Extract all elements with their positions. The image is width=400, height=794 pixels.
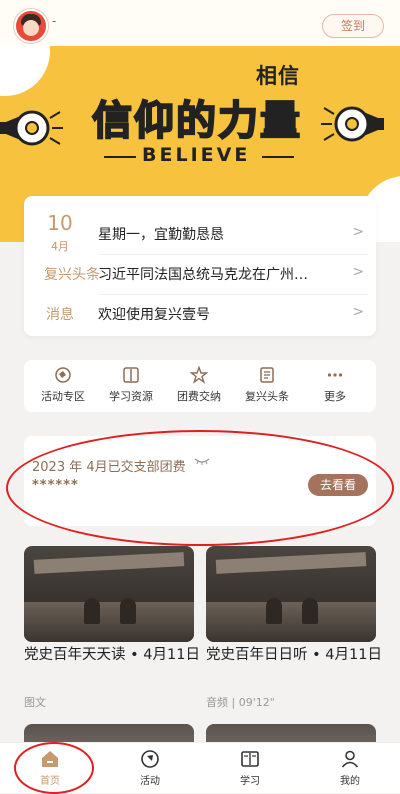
photo-banner [215,552,367,574]
shortcut-learning-resources[interactable]: 学习资源 [98,366,164,404]
learning-resources-icon [123,367,139,383]
chevron-right-icon: > [352,264,364,280]
banner-divider [262,156,294,158]
hidden-eye-icon[interactable] [194,456,210,466]
message-label: 消息 [46,307,74,323]
fee-masked-amount: ****** [32,478,79,493]
news-title[interactable]: 党史百年天天读 • 4月11日 [24,644,200,666]
photo-figure [84,598,100,624]
shortcut-activity-zone[interactable]: 活动专区 [30,366,96,404]
tab-label: 活动 [140,776,160,787]
headline-label: 复兴头条 [44,267,100,283]
tab-study[interactable]: 学习 [220,749,280,787]
user-name: - [52,14,57,28]
banner-deco-circle [0,46,50,96]
shortcut-label: 团费交纳 [177,390,221,403]
message-text: 欢迎使用复兴壹号 [98,307,210,323]
photo-crowd [24,602,194,642]
tab-home[interactable]: 首页 [20,749,80,787]
info-card: 10 4月 星期一，宜勤勤恳恳 > 复兴头条 习近平同法国总统马克龙在广州… >… [24,196,376,336]
photo-figure [120,598,136,624]
activity-icon [141,750,159,768]
tab-label: 我的 [340,776,360,787]
photo-crowd [206,602,376,642]
banner-divider [104,156,136,158]
daily-tip-text: 星期一，宜勤勤恳恳 [98,227,224,243]
news-title[interactable]: 党史百年日日听 • 4月11日 [206,644,382,666]
news-thumbnail[interactable] [206,546,376,642]
banner-title: 信仰的力量 [91,97,302,145]
shortcut-league-fee[interactable]: 团费交纳 [166,366,232,404]
shortcut-bar: 活动专区 学习资源 团费交纳 复兴头条 更多 [24,360,376,412]
headline-text: 习近平同法国总统马克龙在广州… [98,267,308,283]
photo-figure [266,598,282,624]
study-book-icon [241,751,259,767]
headlines-icon [260,367,274,383]
megaphone-icon [321,106,384,142]
shortcut-more[interactable]: 更多 [302,366,368,404]
tab-profile[interactable]: 我的 [320,749,380,787]
more-dots-icon [327,373,343,377]
tab-label: 首页 [40,776,60,787]
shortcut-label: 学习资源 [109,390,153,403]
league-fee-card: 2023 年 4月已交支部团费 ****** 去看看 [24,436,376,526]
chevron-right-icon: > [352,224,364,240]
message-row[interactable]: 消息 欢迎使用复兴壹号 > [24,294,376,332]
profile-icon [341,750,359,768]
shortcut-label: 活动专区 [41,390,85,403]
photo-banner [33,552,185,574]
tab-activity[interactable]: 活动 [120,749,180,787]
shortcut-headlines[interactable]: 复兴头条 [234,366,300,404]
star-icon [190,366,208,384]
fee-status-text: 2023 年 4月已交支部团费 [32,460,186,475]
tab-label: 学习 [240,776,260,787]
shortcut-label: 更多 [324,390,346,403]
megaphone-icon [0,110,63,146]
avatar-face [23,20,39,36]
home-icon [42,751,58,767]
user-avatar[interactable] [14,9,48,43]
news-meta: 音频 | 09'12" [206,696,275,709]
signin-button[interactable]: 签到 [322,14,384,38]
banner-english: BELIEVE [142,144,251,166]
view-fee-button[interactable]: 去看看 [308,474,368,496]
photo-figure [302,598,318,624]
activity-zone-icon [55,367,71,383]
daily-tip-row[interactable]: 星期一，宜勤勤恳恳 > [24,214,376,252]
bottom-tab-bar: 首页 活动 学习 我的 [0,742,400,793]
headline-row[interactable]: 复兴头条 习近平同法国总统马克龙在广州… > [24,254,376,292]
news-thumbnail[interactable] [24,546,194,642]
news-meta: 图文 [24,696,46,709]
banner-subtitle: 相信 [256,64,300,88]
shortcut-label: 复兴头条 [245,390,289,403]
chevron-right-icon: > [352,304,364,320]
top-bar: - 签到 [0,0,400,46]
